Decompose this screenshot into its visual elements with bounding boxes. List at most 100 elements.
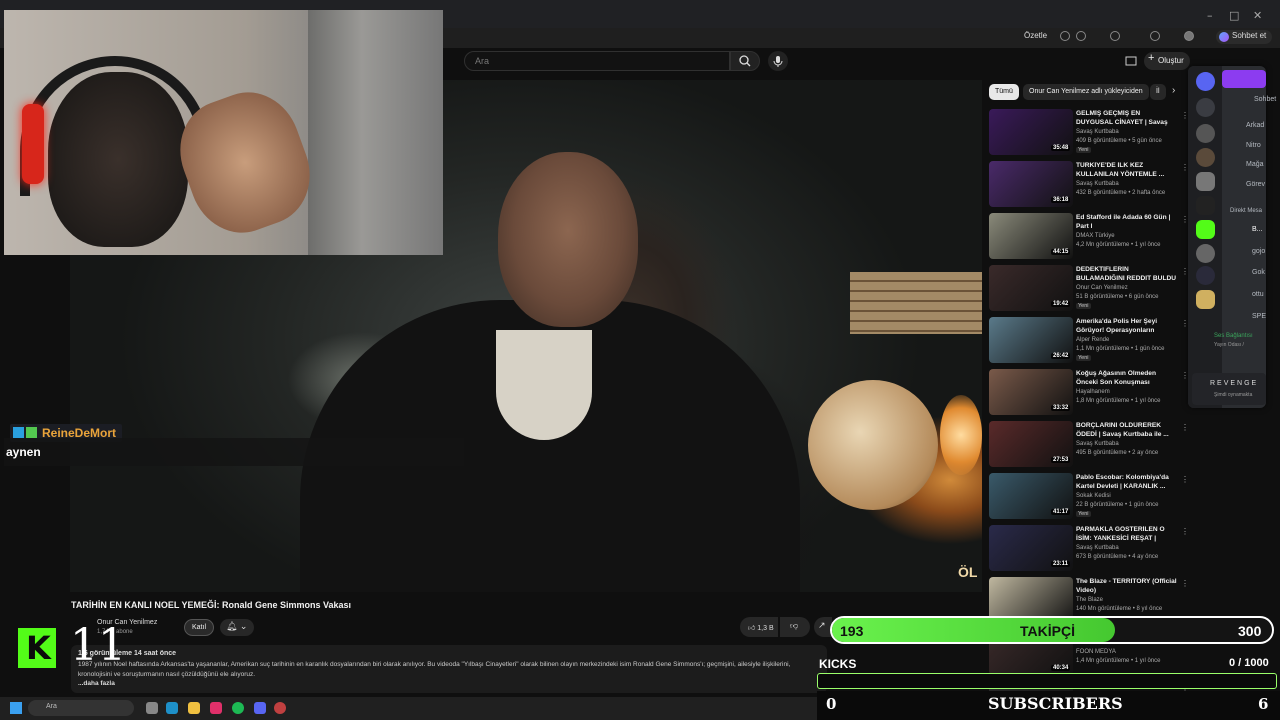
share-icon: ↗ <box>818 620 826 630</box>
discord-dm-item[interactable]: B... <box>1252 226 1263 233</box>
server-icon[interactable] <box>1196 172 1215 191</box>
related-video-meta: 673 B görüntüleme • 4 ay önce <box>1076 554 1159 560</box>
server-icon[interactable] <box>1196 290 1215 309</box>
video-duration: 41:17 <box>1051 509 1071 515</box>
related-video-title[interactable]: BORÇLARINI ÖLDÜREREK ÖDEDİ | Savaş Kurtb… <box>1076 422 1178 439</box>
activity-subtitle: Şimdi oynamakta <box>1214 392 1253 398</box>
server-icon[interactable] <box>1196 98 1215 117</box>
related-video-title[interactable]: The Blaze - TERRITORY (Official Video) <box>1076 578 1178 595</box>
related-video-item[interactable]: 19:42 DEDEKTİFLERİN BULAMADIĞINI REDDIT B… <box>989 265 1189 313</box>
related-video-meta: 495 B görüntüleme • 2 ay önce <box>1076 450 1159 456</box>
related-video-channel: Hayalhanem <box>1076 389 1110 395</box>
discord-shop[interactable]: Mağa <box>1246 161 1264 168</box>
server-icon[interactable] <box>1196 124 1215 143</box>
discord-dm-item[interactable]: ottu <box>1252 291 1264 298</box>
file-explorer-icon[interactable] <box>146 702 158 714</box>
kick-server-icon[interactable] <box>1196 220 1215 239</box>
search-icon <box>739 55 751 67</box>
related-video-item[interactable]: 41:17 Pablo Escobar: Kolombiya'da Kartel … <box>989 473 1189 521</box>
headphone-light <box>22 104 44 184</box>
chip-related[interactable]: İl <box>1150 84 1166 100</box>
related-video-title[interactable]: Amerika'da Polis Her Şeyi Görüyor! Opera… <box>1076 318 1178 335</box>
spotify-icon[interactable] <box>232 702 244 714</box>
menu-icon[interactable] <box>1150 31 1160 41</box>
follower-current: 193 <box>840 623 864 639</box>
discord-tab-chat[interactable]: Sohbet <box>1254 96 1276 103</box>
video-globe <box>808 380 938 510</box>
close-window-button[interactable]: ✕ <box>1253 9 1262 22</box>
app-icon[interactable] <box>210 702 222 714</box>
related-video-title[interactable]: Ed Stafford ile Adada 60 Gün | Part I <box>1076 214 1178 231</box>
show-more-link[interactable]: ...daha fazla <box>78 680 115 687</box>
more-options-icon[interactable]: ⋮ <box>1181 579 1189 588</box>
discord-dm-header: Direkt Mesa <box>1230 208 1263 214</box>
related-video-channel: Savaş Kurtbaba <box>1076 181 1119 187</box>
discord-dm-item[interactable]: Gok <box>1252 269 1265 276</box>
discord-action-button[interactable] <box>1222 70 1266 88</box>
star-icon[interactable] <box>1076 31 1086 41</box>
new-badge: Yeni <box>1076 511 1091 517</box>
bookmark-icon[interactable] <box>1060 31 1070 41</box>
webcam-curtain <box>308 10 443 255</box>
related-video-item[interactable]: 33:32 Koğuş Ağasının Ölmeden Önceki Son K… <box>989 369 1189 417</box>
server-icon[interactable] <box>1196 196 1215 215</box>
related-video-title[interactable]: DEDEKTİFLERİN BULAMADIĞINI REDDIT BULDU … <box>1076 266 1178 283</box>
discord-dm-item[interactable]: SPE <box>1252 313 1266 320</box>
related-video-channel: Alper Rende <box>1076 337 1110 343</box>
video-presenter-head <box>498 152 638 327</box>
related-video-title[interactable]: Koğuş Ağasının Ölmeden Önceki Son Konuşm… <box>1076 370 1178 387</box>
chip-uploader[interactable]: Onur Can Yenilmez adlı yükleyiciden <box>1023 84 1149 100</box>
discord-dm-item[interactable]: gojo <box>1252 248 1265 255</box>
discord-nitro[interactable]: Nitro <box>1246 142 1261 149</box>
server-icon[interactable] <box>1196 266 1215 285</box>
cast-icon[interactable] <box>1124 54 1138 68</box>
related-video-channel: Savaş Kurtbaba <box>1076 441 1119 447</box>
subscriber-goal-target: 6 <box>1258 695 1269 713</box>
related-video-title[interactable]: Pablo Escobar: Kolombiya'da Kartel Devle… <box>1076 474 1178 491</box>
join-button[interactable]: Katıl <box>184 619 214 636</box>
video-presenter-shirt <box>496 330 592 440</box>
extensions-icon[interactable] <box>1110 31 1120 41</box>
dislike-button[interactable]: 👎︎ <box>780 617 810 637</box>
chip-all[interactable]: Tümü <box>989 84 1019 100</box>
related-video-item[interactable]: 27:53 BORÇLARINI ÖLDÜREREK ÖDEDİ | Savaş … <box>989 421 1189 469</box>
new-badge: Yeni <box>1076 355 1091 361</box>
taskbar-search[interactable]: Ara <box>28 700 134 716</box>
search-input[interactable]: Ara <box>464 51 730 71</box>
server-icon[interactable] <box>1196 148 1215 167</box>
profile-icon[interactable] <box>1184 31 1194 41</box>
related-video-item[interactable]: 36:18 TÜRKİYE'DE İLK KEZ KULLANILAN YÖNTE… <box>989 161 1189 209</box>
related-video-item[interactable]: 26:42 Amerika'da Polis Her Şeyi Görüyor! … <box>989 317 1189 365</box>
summary-button[interactable]: Özetle <box>1024 31 1047 40</box>
server-icon[interactable] <box>1196 244 1215 263</box>
search-button[interactable] <box>730 51 760 71</box>
related-video-item[interactable]: 44:15 Ed Stafford ile Adada 60 Gün | Part… <box>989 213 1189 261</box>
more-options-icon[interactable]: ⋮ <box>1181 527 1189 536</box>
like-button[interactable]: 👍︎ 1,3 B <box>740 617 778 637</box>
video-duration: 35:48 <box>1051 145 1071 151</box>
voice-connected-label: Ses Bağlantısı <box>1214 333 1253 339</box>
windows-start-icon[interactable] <box>10 702 22 714</box>
chevron-right-icon[interactable]: › <box>1172 85 1175 96</box>
related-video-item[interactable]: 23:11 PARMAKLA GÖSTERİLEN O İSİM: YANKESİ… <box>989 525 1189 573</box>
notification-bell-button[interactable]: 🔔︎ ⌄ <box>220 619 254 636</box>
minimize-button[interactable]: – <box>1207 9 1213 22</box>
related-video-title[interactable]: PARMAKLA GÖSTERİLEN O İSİM: YANKESİCİ RE… <box>1076 526 1178 543</box>
related-video-title[interactable]: GELMİŞ GEÇMİŞ EN DUYGUSAL CİNAYET | Sava… <box>1076 110 1178 127</box>
maximize-button[interactable]: □ <box>1229 9 1239 22</box>
discord-quests[interactable]: Görev <box>1246 181 1265 188</box>
discord-taskbar-icon[interactable] <box>254 702 266 714</box>
obs-icon[interactable] <box>274 702 286 714</box>
folder-icon[interactable] <box>188 702 200 714</box>
more-options-icon[interactable]: ⋮ <box>1181 475 1189 484</box>
more-options-icon[interactable]: ⋮ <box>1181 423 1189 432</box>
chat-button[interactable]: Sohbet et <box>1216 30 1273 44</box>
edge-icon[interactable] <box>166 702 178 714</box>
video-description: 1987 yılının Noel haftasında Arkansas'ta… <box>78 661 791 678</box>
related-video-title[interactable]: TÜRKİYE'DE İLK KEZ KULLANILAN YÖNTEMLE .… <box>1076 162 1178 179</box>
voice-search-button[interactable] <box>768 51 788 71</box>
discord-home-icon[interactable] <box>1196 72 1215 91</box>
discord-friends[interactable]: Arkad <box>1246 122 1264 129</box>
channel-watermark: ÖL <box>958 564 978 580</box>
related-video-item[interactable]: 35:48 GELMİŞ GEÇMİŞ EN DUYGUSAL CİNAYET |… <box>989 109 1189 157</box>
